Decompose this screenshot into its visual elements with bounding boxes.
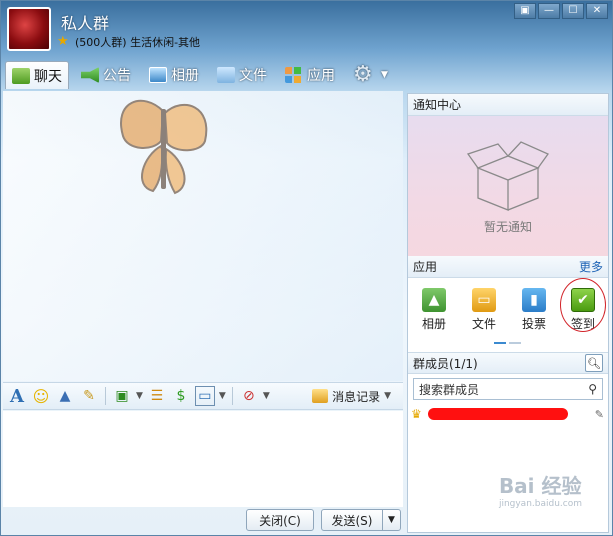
divider (105, 387, 106, 405)
notice-center-header: 通知中心 (408, 94, 608, 116)
highlight-circle (560, 278, 606, 332)
page-dot[interactable] (509, 342, 521, 344)
app-files[interactable]: ▭ 文件 (464, 288, 504, 332)
chat-icon (12, 67, 30, 84)
input-toolbar: A ☺ ▲ ✎ ▣ ▼ ☰ $ ▭ ▼ ⊘ ▼ 消息记录 ▼ (3, 382, 403, 410)
tab-label: 聊天 (34, 68, 62, 85)
tab-chat[interactable]: 聊天 (5, 61, 69, 89)
chevron-down-icon[interactable]: ▼ (136, 391, 143, 401)
group-subtitle: ★ (500人群) 生活休闲-其他 (57, 34, 200, 50)
edit-doc-icon[interactable]: ☰ (147, 386, 167, 406)
font-icon[interactable]: A (7, 386, 27, 407)
tab-label: 公告 (103, 68, 131, 84)
app-label: 投票 (521, 317, 546, 331)
message-history-button[interactable]: 消息记录 ▼ (312, 388, 391, 405)
tab-label: 相册 (171, 68, 199, 84)
skin-button[interactable]: ▣ (514, 3, 536, 19)
members-title: 群成员(1/1) (413, 356, 478, 371)
close-window-button[interactable]: ✕ (586, 3, 608, 19)
send-options-button[interactable]: ▼ (382, 509, 401, 531)
tab-apps[interactable]: 应用 (279, 61, 341, 89)
send-button[interactable]: 发送(S) (321, 509, 383, 531)
sticky-note-icon[interactable]: ✎ (79, 386, 99, 406)
action-bar: 关闭(C) 发送(S) ▼ (3, 507, 403, 535)
group-name[interactable]: 私人群 (61, 10, 109, 34)
tab-bar: 聊天 公告 相册 文件 应用 ⚙ ▼ (5, 61, 394, 89)
edit-icon[interactable]: ✎ (595, 408, 604, 421)
folder-icon: ▭ (472, 288, 496, 312)
folder-icon (217, 67, 235, 83)
side-panel: 通知中心 暂无通知 应用 更多 ▲ 相册 ▭ 文件 ▮ 投票 ✔ 签到 群成员(… (407, 93, 609, 533)
tab-label: 应用 (307, 68, 335, 84)
maximize-button[interactable]: ☐ (562, 3, 584, 19)
group-category: (500人群) 生活休闲-其他 (75, 36, 201, 49)
app-label: 相册 (421, 317, 446, 331)
history-icon (312, 389, 329, 403)
album-icon (149, 67, 167, 83)
window-controls: ▣ — ☐ ✕ (514, 3, 608, 19)
watermark-sub: jingyan.baidu.com (498, 499, 582, 509)
watermark-text: Bai 经验 (498, 474, 582, 498)
notice-center-title: 通知中心 (413, 98, 462, 112)
image-icon[interactable]: ▣ (112, 386, 132, 406)
apps-grid: ▲ 相册 ▭ 文件 ▮ 投票 ✔ 签到 (408, 278, 608, 352)
members-header: 群成员(1/1) 🔍︎ (408, 352, 608, 374)
search-icon[interactable]: 🔍︎ (585, 354, 603, 372)
close-button[interactable]: 关闭(C) (246, 509, 314, 531)
divider (231, 387, 233, 405)
member-item[interactable]: ♛ ✎ (408, 404, 608, 424)
member-name-redacted (428, 408, 568, 420)
chevron-down-icon[interactable]: ▼ (263, 391, 270, 401)
empty-box-icon (466, 141, 549, 211)
screenshot-icon[interactable]: ▭ (194, 386, 215, 406)
watermark: Bai 经验 jingyan.baidu.com (499, 470, 582, 509)
chevron-down-icon: ▼ (381, 70, 388, 80)
tab-announcement[interactable]: 公告 (75, 61, 137, 89)
apps-title: 应用 (413, 260, 438, 274)
gear-icon: ⚙ (353, 62, 373, 87)
app-album[interactable]: ▲ 相册 (414, 288, 454, 332)
history-label: 消息记录 (332, 389, 381, 404)
tab-album[interactable]: 相册 (143, 61, 205, 89)
chevron-down-icon[interactable]: ▼ (219, 391, 226, 401)
album-icon: ▲ (422, 288, 446, 312)
member-search-placeholder: 搜索群成员 (419, 382, 480, 397)
magic-emoji-icon[interactable]: ▲ (55, 386, 75, 406)
group-chat-window: 私人群 ★ (500人群) 生活休闲-其他 ▣ — ☐ ✕ 聊天 公告 相册 文… (0, 0, 613, 536)
message-history[interactable] (3, 91, 403, 381)
tab-files[interactable]: 文件 (211, 61, 273, 89)
page-indicator (494, 342, 521, 344)
shake-icon[interactable]: ⊘ (239, 386, 259, 406)
announcement-icon (81, 67, 99, 83)
owner-icon: ♛ (411, 407, 422, 421)
butterfly-icon (120, 99, 208, 195)
settings-menu[interactable]: ⚙ ▼ (347, 61, 394, 89)
more-apps-link[interactable]: 更多 (579, 258, 603, 275)
tab-label: 文件 (239, 68, 267, 84)
apps-icon (285, 67, 303, 83)
notice-empty-text: 暂无通知 (483, 220, 532, 234)
gift-icon[interactable]: $ (171, 386, 191, 406)
star-icon: ★ (57, 34, 69, 49)
member-search-input[interactable]: 搜索群成员 ⚲ (413, 378, 603, 400)
emoji-icon[interactable]: ☺ (31, 386, 51, 406)
minimize-button[interactable]: — (538, 3, 560, 19)
vote-icon: ▮ (522, 288, 546, 312)
chevron-down-icon: ▼ (384, 391, 391, 401)
page-dot[interactable] (494, 342, 506, 344)
group-avatar[interactable] (7, 7, 51, 51)
search-icon: ⚲ (588, 382, 597, 396)
notice-center-body: 暂无通知 (408, 116, 608, 256)
apps-header: 应用 更多 (408, 256, 608, 278)
message-input[interactable] (3, 411, 403, 507)
app-vote[interactable]: ▮ 投票 (514, 288, 554, 332)
app-label: 文件 (471, 317, 496, 331)
